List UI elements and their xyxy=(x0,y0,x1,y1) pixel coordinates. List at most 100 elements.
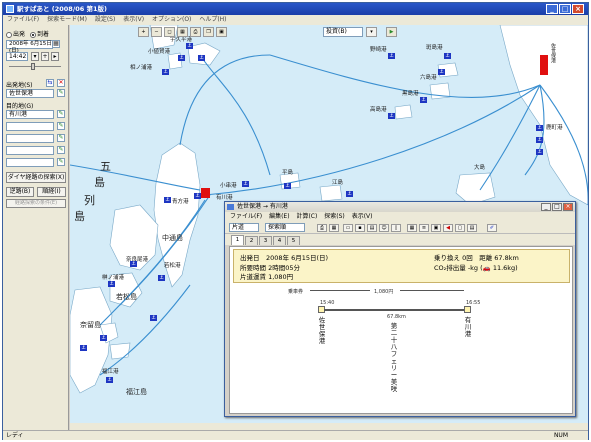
time-field[interactable]: 14:42 xyxy=(6,52,28,61)
maximize-icon[interactable]: □ xyxy=(559,4,571,14)
menu-options[interactable]: オプション(O) xyxy=(152,16,191,23)
to-label: 目的地(G) xyxy=(6,103,34,110)
status-bar: レディ NUM xyxy=(3,430,588,440)
route-tab-2[interactable]: 2 xyxy=(245,236,258,245)
edit-via2-icon[interactable]: ✎ xyxy=(57,134,65,142)
time-plus-button[interactable]: + xyxy=(41,52,49,61)
print-icon[interactable]: ⎙ xyxy=(317,224,327,232)
back-icon[interactable]: ◀ xyxy=(443,224,453,232)
origin-marker xyxy=(201,188,210,198)
menu-view[interactable]: 表示(V) xyxy=(123,16,144,23)
port-anchor-icon: ⚓ xyxy=(130,261,137,267)
port-label: 鹿町港 xyxy=(546,125,563,131)
edit-via1-icon[interactable]: ✎ xyxy=(57,122,65,130)
edit-to-icon[interactable]: ✎ xyxy=(57,110,65,118)
route-summary-box: 出発日 2008年 6月15日(日) 所要時間 2時間05分 片道運賃 1,08… xyxy=(233,249,570,283)
port-label: 野崎港 xyxy=(370,47,387,53)
table-icon[interactable]: ▦ xyxy=(407,224,417,232)
chart-icon[interactable]: ▤ xyxy=(367,224,377,232)
port-label: 黒島港 xyxy=(402,91,419,97)
route-menu-view[interactable]: 表示(V) xyxy=(352,213,373,220)
destination-combo[interactable]: 投資(B) xyxy=(323,27,363,37)
via-field-4[interactable] xyxy=(6,158,54,167)
sort-order-select[interactable]: 探索順 xyxy=(265,223,305,232)
status-text: レディ xyxy=(6,432,24,439)
menu-help[interactable]: ヘルプ(H) xyxy=(199,16,226,23)
edit-from-icon[interactable]: ✎ xyxy=(57,89,65,97)
zoom-all-icon[interactable]: ◻ xyxy=(164,27,175,37)
edit-via4-icon[interactable]: ✎ xyxy=(57,158,65,166)
port-label: 平島 xyxy=(282,170,294,176)
date-field[interactable]: 2008年 6月15日(日) xyxy=(6,40,53,54)
route-close-icon[interactable]: × xyxy=(563,203,573,211)
calendar-icon[interactable]: ▦ xyxy=(52,40,60,48)
route-tab-5[interactable]: 5 xyxy=(287,236,300,245)
zoom-in-icon[interactable]: + xyxy=(138,27,149,37)
to-field[interactable]: 有川港 xyxy=(6,110,54,119)
minimize-icon[interactable]: _ xyxy=(546,4,558,14)
via-field-2[interactable] xyxy=(6,134,54,143)
mode-radio-group: 出発 到着 xyxy=(6,29,49,38)
trip-type-select[interactable]: 片道 xyxy=(229,223,259,232)
grid-icon[interactable]: ▦ xyxy=(329,224,339,232)
time-slider-thumb[interactable] xyxy=(31,63,35,70)
route-menu-edit[interactable]: 編集(E) xyxy=(269,213,289,220)
time-inc-button[interactable]: ▸ xyxy=(51,52,59,61)
route-tabs: 1 2 3 4 5 xyxy=(225,234,575,245)
route-minimize-icon[interactable]: _ xyxy=(541,203,551,211)
route-menu-file[interactable]: ファイル(F) xyxy=(230,213,262,220)
map-go-icon[interactable]: ▶ xyxy=(386,27,397,37)
route-8 xyxy=(199,54,271,176)
menu-settings[interactable]: 設定(S) xyxy=(95,16,116,23)
search-conditions-button[interactable]: 経路探索の条件(E) xyxy=(6,199,66,208)
route-tab-1[interactable]: 1 xyxy=(231,235,244,245)
delete-icon[interactable]: ✕ xyxy=(57,79,65,87)
fare-type-label: 乗車券 xyxy=(288,289,304,295)
dropdown-icon[interactable]: ▾ xyxy=(366,27,377,37)
port-anchor-icon: ⚓ xyxy=(346,191,353,197)
edit-via3-icon[interactable]: ✎ xyxy=(57,146,65,154)
port-anchor-icon: ⚓ xyxy=(536,137,543,143)
clipboard-icon[interactable]: ▢ xyxy=(455,224,465,232)
folder-icon[interactable]: ▭ xyxy=(343,224,353,232)
from-field[interactable]: 佐世保港 xyxy=(6,89,54,98)
close-icon[interactable]: × xyxy=(572,4,584,14)
disk-icon[interactable]: ▪ xyxy=(355,224,365,232)
route-toolbar: 片道 探索順 ⎙ ▦ ▭ ▪ ▤ ☺ ▯ ▦ ≡ ▣ ◀ ▢ ▤ ✐ xyxy=(225,222,575,234)
route-tab-3[interactable]: 3 xyxy=(259,236,272,245)
route-menu-search[interactable]: 探索(S) xyxy=(324,213,345,220)
swap-icon[interactable]: ⇆ xyxy=(46,79,54,87)
island-label: 中通島 xyxy=(162,234,183,242)
people-icon[interactable]: ☺ xyxy=(379,224,389,232)
via-field-3[interactable] xyxy=(6,146,54,155)
via-field-1[interactable] xyxy=(6,122,54,131)
menu-file[interactable]: ファイル(F) xyxy=(7,16,39,23)
kabashima-island xyxy=(109,342,131,360)
calendar-icon[interactable]: ▣ xyxy=(431,224,441,232)
port-anchor-icon: ⚓ xyxy=(164,197,171,203)
menu-mode[interactable]: 探索モード(M) xyxy=(47,16,87,23)
route-maximize-icon[interactable]: □ xyxy=(552,203,562,211)
route-tab-4[interactable]: 4 xyxy=(273,236,286,245)
depart-radio[interactable] xyxy=(6,31,12,38)
pin-icon[interactable]: ✐ xyxy=(487,224,497,232)
page-icon[interactable]: ▯ xyxy=(391,224,401,232)
print-icon[interactable]: ⎙ xyxy=(190,27,201,37)
sasebo-label: 佐世保港 xyxy=(550,43,556,63)
list-icon[interactable]: ≡ xyxy=(419,224,429,232)
note-icon[interactable]: ▤ xyxy=(467,224,477,232)
arrive-radio[interactable] xyxy=(29,31,36,38)
route-menu-bar: ファイル(F) 編集(E) 計算(C) 探索(S) 表示(V) xyxy=(225,212,575,222)
time-down-button[interactable]: ▾ xyxy=(31,52,39,61)
zoom-out-icon[interactable]: − xyxy=(151,27,162,37)
grid-icon[interactable]: ▦ xyxy=(177,27,188,37)
timetable-search-button[interactable]: ダイヤ経路の探索(X) xyxy=(6,172,66,183)
swap-order-button[interactable]: 順経(I) xyxy=(37,187,66,197)
reverse-button[interactable]: 逆路(B) xyxy=(6,187,34,197)
horizontal-scrollbar[interactable] xyxy=(70,423,588,430)
copy-icon[interactable]: ❐ xyxy=(203,27,214,37)
station-icon[interactable]: ▣ xyxy=(216,27,227,37)
route-menu-calc[interactable]: 計算(C) xyxy=(296,213,317,220)
route-window-icon xyxy=(227,204,234,210)
num-lock-indicator: NUM xyxy=(553,432,568,439)
